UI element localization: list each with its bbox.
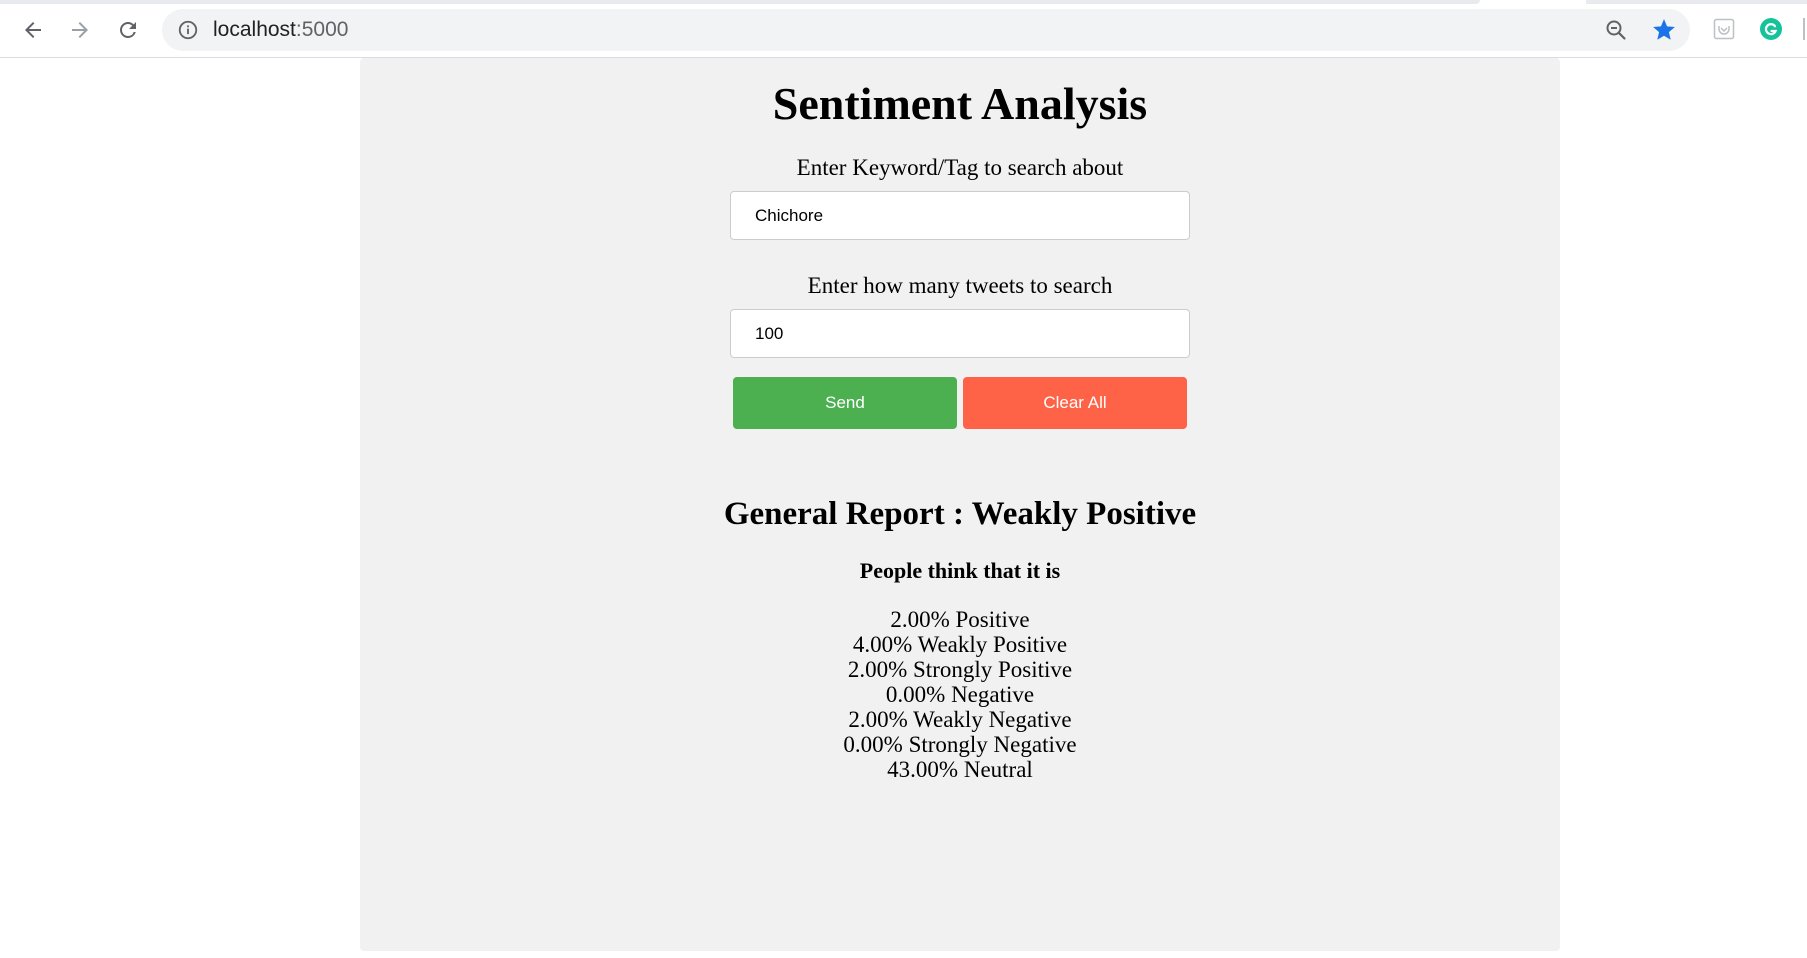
sentiment-stats: 2.00% Positive 4.00% Weakly Positive 2.0… xyxy=(360,607,1560,782)
stat-strongly-negative: 0.00% Strongly Negative xyxy=(843,732,1077,757)
url-host: localhost xyxy=(213,18,296,41)
browser-toolbar: localhost:5000 xyxy=(0,0,1807,58)
send-button[interactable]: Send xyxy=(733,377,957,429)
arrow-right-icon xyxy=(72,22,88,38)
count-input[interactable] xyxy=(730,309,1190,358)
info-icon[interactable] xyxy=(177,19,199,41)
report-subtitle: People think that it is xyxy=(859,558,1061,583)
keyword-label: Enter Keyword/Tag to search about xyxy=(796,155,1124,180)
stat-neutral: 43.00% Neutral xyxy=(887,757,1033,782)
stat-strongly-positive: 2.00% Strongly Positive xyxy=(847,657,1073,682)
address-bar[interactable]: localhost:5000 xyxy=(162,9,1690,51)
forward-button[interactable] xyxy=(63,13,97,47)
stat-weakly-negative: 2.00% Weakly Negative xyxy=(848,707,1072,732)
reload-icon xyxy=(120,22,136,38)
pocket-extension-icon[interactable] xyxy=(1712,17,1736,41)
zoom-out-icon[interactable] xyxy=(1604,18,1628,42)
arrow-left-icon xyxy=(25,22,41,38)
url-text: localhost:5000 xyxy=(213,19,348,41)
keyword-input[interactable] xyxy=(730,191,1190,240)
star-icon[interactable] xyxy=(1651,17,1677,43)
grammarly-extension-icon[interactable] xyxy=(1759,17,1783,41)
stat-weakly-positive: 4.00% Weakly Positive xyxy=(852,632,1068,657)
stat-negative: 0.00% Negative xyxy=(885,682,1035,707)
reload-button[interactable] xyxy=(111,13,145,47)
main-panel: Sentiment Analysis Enter Keyword/Tag to … xyxy=(360,58,1560,951)
page-title: Sentiment Analysis xyxy=(772,78,1148,129)
tab-strip-edge-right xyxy=(1586,0,1807,4)
count-label: Enter how many tweets to search xyxy=(807,273,1113,298)
clear-all-button[interactable]: Clear All xyxy=(963,377,1187,429)
back-button[interactable] xyxy=(16,13,50,47)
report-title: General Report : Weakly Positive xyxy=(723,496,1197,532)
stat-positive: 2.00% Positive xyxy=(890,607,1030,632)
url-port: :5000 xyxy=(295,18,349,41)
page-viewport: Sentiment Analysis Enter Keyword/Tag to … xyxy=(0,58,1807,958)
toolbar-divider xyxy=(1803,18,1805,40)
tab-strip-edge xyxy=(0,0,1480,4)
